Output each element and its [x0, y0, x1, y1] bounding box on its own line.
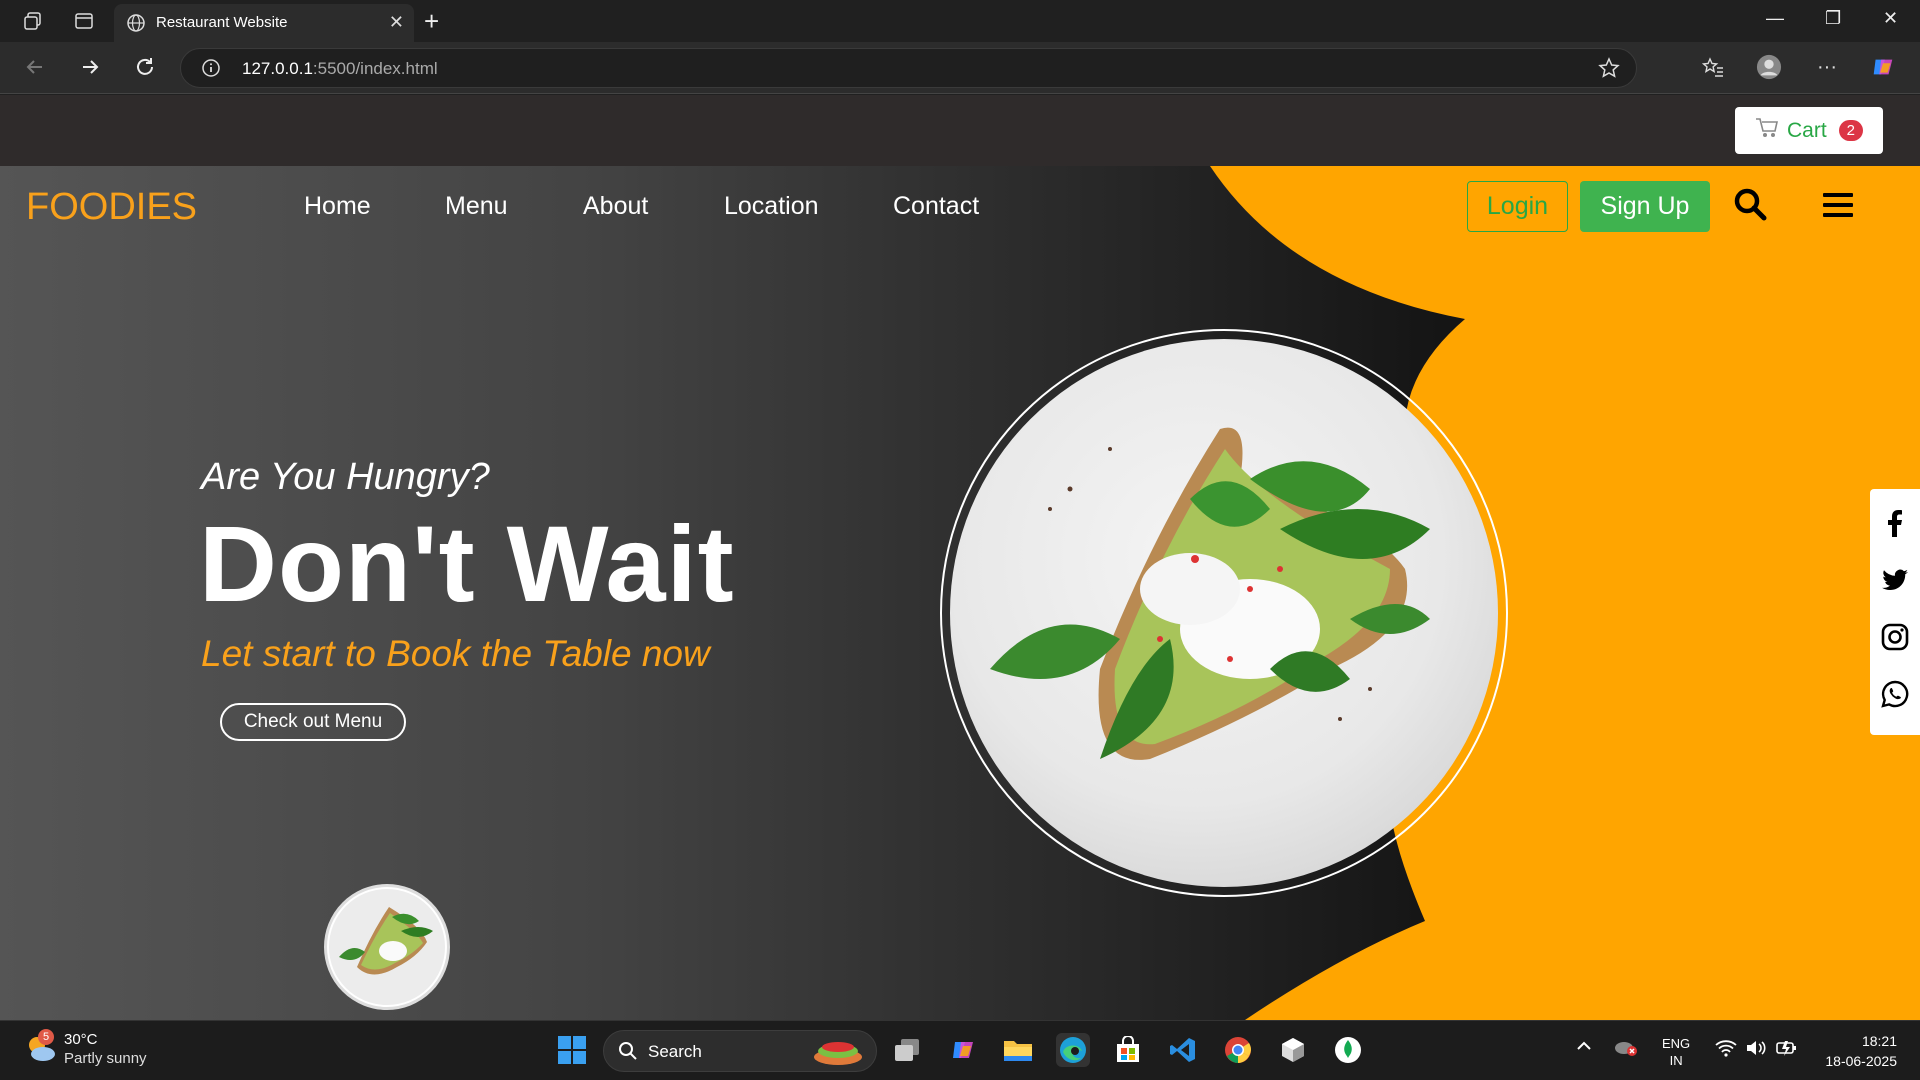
profile-avatar-icon[interactable] — [1756, 54, 1782, 80]
cart-label: Cart — [1786, 118, 1827, 142]
top-strip: Cart 2 — [0, 95, 1920, 166]
search-highlight-icon — [814, 1042, 862, 1065]
temperature: 30°C — [64, 1031, 98, 1048]
search-icon[interactable] — [1732, 186, 1768, 227]
start-icon[interactable] — [555, 1033, 589, 1067]
microsoft-store-icon[interactable] — [1111, 1033, 1145, 1067]
site-info-icon[interactable] — [201, 58, 221, 83]
dish-thumbnail[interactable] — [324, 884, 450, 1010]
battery-charging-icon[interactable] — [1775, 1038, 1799, 1062]
workspaces-icon[interactable] — [22, 10, 44, 32]
tab-actions-icon[interactable] — [73, 10, 95, 32]
browser-tab-bar: Restaurant Website ✕ + — ❐ ✕ — [0, 0, 1920, 42]
wifi-icon[interactable] — [1715, 1039, 1737, 1061]
clock-time: 18:21 — [1861, 1033, 1897, 1049]
hamburger-menu-icon[interactable] — [1823, 192, 1853, 223]
restore-icon[interactable]: ❐ — [1825, 8, 1841, 29]
hero-subtitle: Are You Hungry? — [201, 456, 490, 498]
weather-widget[interactable]: 5 30°C Partly sunny — [24, 1029, 147, 1070]
whatsapp-icon[interactable] — [1881, 680, 1909, 708]
close-tab-icon[interactable]: ✕ — [389, 12, 404, 33]
tab-restaurant-website[interactable]: Restaurant Website ✕ — [114, 4, 414, 42]
weather-condition: Partly sunny — [64, 1050, 147, 1067]
nav-home[interactable]: Home — [304, 192, 371, 221]
url-text: 127.0.0.1:5500/index.html — [242, 59, 438, 78]
task-view-icon[interactable] — [890, 1033, 924, 1067]
language-line-1: ENG — [1662, 1036, 1691, 1051]
vscode-icon[interactable] — [1166, 1033, 1200, 1067]
search-label: Search — [648, 1042, 702, 1061]
system-clock[interactable]: 18:21 18-06-2025 — [1815, 1031, 1897, 1071]
taskbar-search[interactable]: Search — [603, 1030, 877, 1072]
back-icon[interactable] — [22, 54, 48, 80]
tab-title: Restaurant Website — [156, 14, 288, 31]
mongodb-compass-icon[interactable] — [1331, 1033, 1365, 1067]
weather-badge: 5 — [38, 1029, 54, 1045]
language-indicator[interactable]: ENG IN — [1662, 1035, 1690, 1069]
close-window-icon[interactable]: ✕ — [1883, 8, 1898, 29]
search-icon — [618, 1041, 638, 1066]
more-options-icon[interactable]: ··· — [1814, 54, 1840, 80]
cart-count-badge: 2 — [1838, 120, 1864, 141]
cart-icon — [1755, 117, 1779, 145]
web-page: Cart 2 FOODIES Home Menu About Location … — [0, 95, 1920, 1020]
windows-taskbar: 5 30°C Partly sunny Search ENG IN 18:21 … — [0, 1020, 1920, 1080]
favorites-icon[interactable] — [1700, 54, 1726, 80]
nav-contact[interactable]: Contact — [893, 192, 979, 221]
new-tab-icon[interactable]: + — [424, 6, 439, 37]
facebook-icon[interactable] — [1881, 509, 1909, 537]
nav-about[interactable]: About — [583, 192, 648, 221]
chrome-icon[interactable] — [1221, 1033, 1255, 1067]
nav-menu[interactable]: Menu — [445, 192, 508, 221]
nav-location[interactable]: Location — [724, 192, 819, 221]
favorite-star-icon[interactable] — [1598, 57, 1620, 84]
forward-icon[interactable] — [77, 54, 103, 80]
clock-date: 18-06-2025 — [1825, 1053, 1897, 1069]
twitter-icon[interactable] — [1881, 566, 1909, 594]
check-out-menu-button[interactable]: Check out Menu — [220, 703, 406, 741]
onedrive-status-icon[interactable] — [1613, 1037, 1639, 1061]
edge-browser-icon[interactable] — [1056, 1033, 1090, 1067]
hero-tagline: Let start to Book the Table now — [201, 633, 710, 674]
instagram-icon[interactable] — [1881, 623, 1909, 651]
copilot-icon[interactable] — [1870, 54, 1896, 80]
signup-button[interactable]: Sign Up — [1580, 181, 1710, 232]
volume-icon[interactable] — [1745, 1039, 1767, 1061]
browser-toolbar: 127.0.0.1:5500/index.html ··· — [0, 42, 1920, 94]
show-hidden-icons-chevron[interactable] — [1576, 1039, 1592, 1056]
hero-section: FOODIES Home Menu About Location Contact… — [0, 166, 1920, 1020]
file-explorer-icon[interactable] — [1001, 1033, 1035, 1067]
social-sidebar — [1870, 489, 1920, 735]
cursor-app-icon[interactable] — [1276, 1033, 1310, 1067]
reload-icon[interactable] — [132, 54, 158, 80]
minimize-icon[interactable]: — — [1766, 8, 1784, 29]
site-logo[interactable]: FOODIES — [26, 186, 197, 229]
cart-button[interactable]: Cart 2 — [1735, 107, 1883, 154]
hero-dish-image — [940, 329, 1508, 897]
copilot-app-icon[interactable] — [946, 1033, 980, 1067]
hero-title: Don't Wait — [199, 503, 735, 624]
login-button[interactable]: Login — [1467, 181, 1568, 232]
language-line-2: IN — [1669, 1053, 1683, 1068]
globe-icon — [126, 13, 146, 38]
address-bar[interactable]: 127.0.0.1:5500/index.html — [180, 48, 1637, 88]
